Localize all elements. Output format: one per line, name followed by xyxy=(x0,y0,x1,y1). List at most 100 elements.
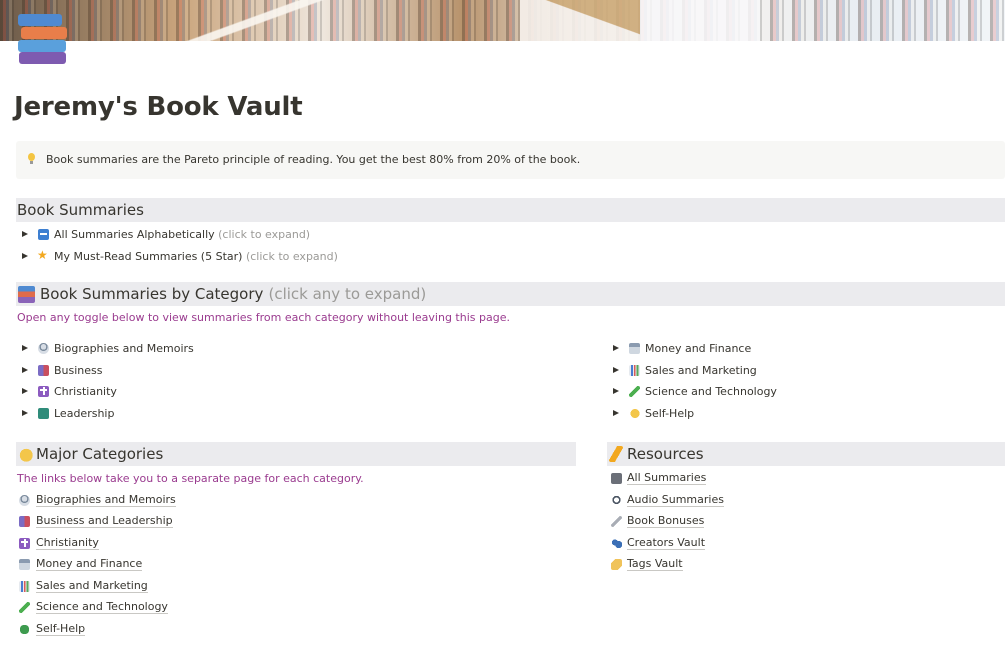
toggle-hint: (click to expand) xyxy=(218,227,311,241)
resource-link[interactable]: All Summaries xyxy=(611,468,707,488)
book-spine xyxy=(21,27,67,39)
chart-icon xyxy=(19,580,30,592)
link-label[interactable]: Christianity xyxy=(36,536,99,550)
lightbulb-icon xyxy=(27,153,36,165)
toggle-triangle-icon[interactable] xyxy=(22,388,28,394)
link-label[interactable]: Self-Help xyxy=(36,622,86,636)
link-label[interactable]: Business and Leadership xyxy=(36,514,173,528)
books-stack-icon[interactable] xyxy=(18,12,68,64)
chart-icon xyxy=(629,364,640,376)
shelf-board xyxy=(180,0,460,41)
flexed-arm-icon xyxy=(629,407,640,419)
link-label[interactable]: Creators Vault xyxy=(627,536,706,550)
briefcase-icon xyxy=(38,364,49,376)
star-icon xyxy=(37,248,49,262)
toggle-category[interactable]: Self-Help xyxy=(607,403,694,423)
category-link[interactable]: Self-Help xyxy=(19,619,86,639)
link-label[interactable]: Tags Vault xyxy=(627,557,683,571)
toggle-must-read[interactable]: My Must-Read Summaries (5 Star) (click t… xyxy=(16,246,338,266)
link-label[interactable]: All Summaries xyxy=(627,471,707,485)
books-icon xyxy=(18,285,35,303)
resource-link[interactable]: Book Bonuses xyxy=(611,511,705,531)
toggle-triangle-icon[interactable] xyxy=(22,231,28,237)
heading-text: Major Categories xyxy=(36,445,164,463)
bookshelf-pattern xyxy=(0,0,1005,41)
briefcase-icon xyxy=(19,515,30,527)
heading-text: Book Summaries by Category xyxy=(40,285,264,303)
toggle-triangle-icon[interactable] xyxy=(22,253,28,259)
toggle-category[interactable]: Christianity xyxy=(16,381,117,401)
headphones-icon xyxy=(611,494,622,506)
toggle-label: Sales and Marketing xyxy=(645,363,757,377)
bank-icon xyxy=(19,558,30,570)
category-link[interactable]: Business and Leadership xyxy=(19,511,173,531)
cross-icon xyxy=(19,537,30,549)
paperclip-icon xyxy=(611,515,622,527)
link-label[interactable]: Science and Technology xyxy=(36,600,168,614)
book-icon xyxy=(611,472,622,484)
category-link[interactable]: Sales and Marketing xyxy=(19,576,148,596)
shelf-board xyxy=(640,0,760,41)
toggle-label: Leadership xyxy=(54,406,115,420)
toggle-label: Self-Help xyxy=(645,406,695,420)
lightning-icon xyxy=(609,446,623,462)
link-label[interactable]: Money and Finance xyxy=(36,557,143,571)
callout-text: Book summaries are the Pareto principle … xyxy=(46,153,581,166)
toggle-triangle-icon[interactable] xyxy=(613,410,619,416)
toggle-triangle-icon[interactable] xyxy=(22,367,28,373)
leader-icon xyxy=(38,407,49,419)
book-spine xyxy=(18,40,66,52)
toggle-category[interactable]: Sales and Marketing xyxy=(607,360,757,380)
toggle-label: Science and Technology xyxy=(645,384,777,398)
major-note: The links below take you to a separate p… xyxy=(17,472,364,485)
toggle-label: Christianity xyxy=(54,384,117,398)
link-label[interactable]: Biographies and Memoirs xyxy=(36,493,176,507)
resource-link[interactable]: Creators Vault xyxy=(611,533,706,553)
book-spine xyxy=(19,52,66,64)
book-spine xyxy=(18,14,62,26)
bust-icon xyxy=(19,494,30,506)
test-tube-icon xyxy=(629,385,640,397)
toggle-category[interactable]: Leadership xyxy=(16,403,114,423)
category-link[interactable]: Science and Technology xyxy=(19,597,168,617)
category-note: Open any toggle below to view summaries … xyxy=(17,311,510,324)
page-title: Jeremy's Book Vault xyxy=(14,92,303,122)
people-icon xyxy=(611,537,622,549)
toggle-triangle-icon[interactable] xyxy=(613,388,619,394)
resource-link[interactable]: Audio Summaries xyxy=(611,490,724,510)
test-tube-icon xyxy=(19,601,30,613)
cross-icon xyxy=(38,385,49,397)
major-categories-heading: Major Categories xyxy=(16,442,576,466)
link-label[interactable]: Book Bonuses xyxy=(627,514,705,528)
cover-image xyxy=(0,0,1005,41)
toggle-category[interactable]: Science and Technology xyxy=(607,381,777,401)
toggle-label: My Must-Read Summaries (5 Star) xyxy=(54,249,243,263)
callout: Book summaries are the Pareto principle … xyxy=(16,141,1005,179)
toggle-triangle-icon[interactable] xyxy=(613,367,619,373)
toggle-category[interactable]: Business xyxy=(16,360,103,380)
toggle-triangle-icon[interactable] xyxy=(22,410,28,416)
shelf-board xyxy=(520,0,640,41)
heading-text: Resources xyxy=(627,445,704,463)
category-link[interactable]: Biographies and Memoirs xyxy=(19,490,176,510)
toggle-all-summaries[interactable]: All Summaries Alphabetically (click to e… xyxy=(16,224,310,244)
abc-icon xyxy=(38,228,49,240)
waving-hand-icon xyxy=(18,446,33,462)
clover-icon xyxy=(19,623,30,635)
toggle-triangle-icon[interactable] xyxy=(22,345,28,351)
toggle-category[interactable]: Biographies and Memoirs xyxy=(16,338,194,358)
heading-text: Book Summaries xyxy=(17,201,144,219)
toggle-category[interactable]: Money and Finance xyxy=(607,338,751,358)
toggle-triangle-icon[interactable] xyxy=(613,345,619,351)
category-link[interactable]: Christianity xyxy=(19,533,99,553)
book-summaries-heading: Book Summaries xyxy=(16,198,1005,222)
link-label[interactable]: Sales and Marketing xyxy=(36,579,148,593)
by-category-heading: Book Summaries by Category (click any to… xyxy=(16,282,1005,306)
resource-link[interactable]: Tags Vault xyxy=(611,554,683,574)
category-link[interactable]: Money and Finance xyxy=(19,554,143,574)
toggle-label: Money and Finance xyxy=(645,341,752,355)
toggle-hint: (click to expand) xyxy=(245,249,338,263)
toggle-label: Biographies and Memoirs xyxy=(54,341,194,355)
link-label[interactable]: Audio Summaries xyxy=(627,493,724,507)
toggle-label: All Summaries Alphabetically xyxy=(54,227,215,241)
